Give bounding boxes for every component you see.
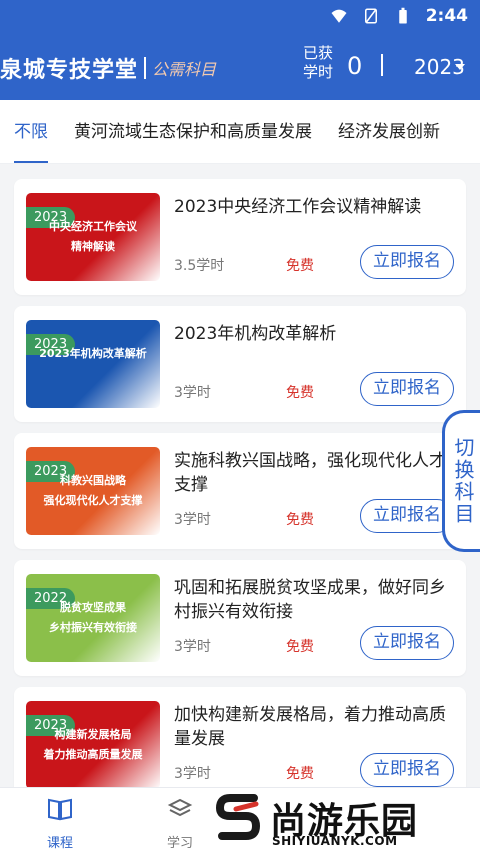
hours-value: 0 (347, 52, 363, 80)
course-thumbnail[interactable]: 2023 中央经济工作会议 精神解读 (26, 193, 160, 281)
thumbnail-caption: 科教兴国战略 强化现代化人才支撑 (43, 474, 143, 507)
thumbnail-caption: 脱贫攻坚成果 乡村振兴有效衔接 (49, 601, 137, 634)
brand-subtitle: 公需科目 (152, 60, 217, 79)
course-thumbnail[interactable]: 2023 2023年机构改革解析 (26, 320, 160, 408)
hours-label: 已获 学时 (303, 44, 333, 82)
switch-subject-label: 切换科目 (451, 437, 475, 525)
brand: 泉城专技学堂 公需科目 (0, 52, 216, 84)
enroll-button[interactable]: 立即报名 (360, 499, 454, 533)
battery-icon (398, 7, 407, 24)
course-card[interactable]: 2023 科教兴国战略 强化现代化人才支撑 实施科教兴国战略，强化现代化人才支撑… (14, 433, 466, 549)
course-hours: 3学时 (174, 385, 211, 401)
course-thumbnail[interactable]: 2023 构建新发展格局 着力推动高质量发展 (26, 701, 160, 789)
hours-label-line1: 已获 (303, 44, 334, 62)
chevron-down-icon[interactable] (455, 64, 465, 70)
enroll-button[interactable]: 立即报名 (360, 372, 454, 406)
course-price: 免费 (286, 512, 314, 528)
course-price: 免费 (286, 385, 314, 401)
tab-economic-innovation[interactable]: 经济发展创新 (338, 100, 440, 163)
nav-study[interactable]: 学习 (150, 796, 210, 851)
watermark-url: SHIYIUANYK.COM (272, 834, 398, 848)
tab-yellow-river[interactable]: 黄河流域生态保护和高质量发展 (74, 100, 312, 163)
hours-label-line2: 学时 (303, 63, 334, 81)
thumbnail-caption: 构建新发展格局 着力推动高质量发展 (43, 728, 143, 761)
course-title[interactable]: 2023中央经济工作会议精神解读 (174, 195, 454, 219)
course-card[interactable]: 2023 中央经济工作会议 精神解读 2023中央经济工作会议精神解读 3.5学… (14, 179, 466, 295)
category-tabs: 不限 黄河流域生态保护和高质量发展 经济发展创新 (0, 100, 480, 164)
course-list: 2023 中央经济工作会议 精神解读 2023中央经济工作会议精神解读 3.5学… (14, 179, 466, 814)
course-price: 免费 (286, 766, 314, 782)
switch-subject-button[interactable]: 切换科目 (442, 410, 480, 552)
nav-study-label: 学习 (166, 836, 193, 851)
course-title[interactable]: 加快构建新发展格局，着力推动高质量发展 (174, 703, 454, 751)
tab-all[interactable]: 不限 (14, 100, 48, 163)
course-thumbnail[interactable]: 2023 科教兴国战略 强化现代化人才支撑 (26, 447, 160, 535)
course-hours: 3学时 (174, 766, 211, 782)
course-price: 免费 (286, 258, 314, 274)
course-title[interactable]: 巩固和拓展脱贫攻坚成果，做好同乡村振兴有效衔接 (174, 576, 454, 624)
course-hours: 3学时 (174, 639, 211, 655)
book-icon (48, 798, 72, 821)
course-title[interactable]: 实施科教兴国战略，强化现代化人才支撑 (174, 449, 454, 497)
sim-icon (364, 8, 377, 24)
watermark-logo-icon (216, 794, 261, 840)
course-card[interactable]: 2023 2023年机构改革解析 2023年机构改革解析 3学时 免费 立即报名 (14, 306, 466, 422)
course-title[interactable]: 2023年机构改革解析 (174, 322, 454, 346)
wifi-icon (331, 9, 347, 23)
enroll-button[interactable]: 立即报名 (360, 245, 454, 279)
course-price: 免费 (286, 639, 314, 655)
brand-divider (144, 57, 147, 79)
thumbnail-caption: 2023年机构改革解析 (39, 347, 147, 360)
nav-courses-label: 课程 (46, 836, 73, 851)
course-hours: 3.5学时 (174, 258, 225, 274)
enroll-button[interactable]: 立即报名 (360, 626, 454, 660)
enroll-button[interactable]: 立即报名 (360, 753, 454, 787)
nav-courses[interactable]: 课程 (30, 796, 90, 851)
stack-icon (167, 798, 193, 817)
brand-name: 泉城专技学堂 (0, 57, 139, 83)
status-bar: 2:44 (330, 6, 468, 26)
watermark: 尚游乐园 SHIYIUANYK.COM (208, 786, 480, 853)
course-thumbnail[interactable]: 2022 脱贫攻坚成果 乡村振兴有效衔接 (26, 574, 160, 662)
status-time: 2:44 (425, 6, 468, 26)
course-hours: 3学时 (174, 512, 211, 528)
header-divider (381, 54, 383, 76)
app-header: 2:44 泉城专技学堂 公需科目 已获 学时 0 2023 (0, 0, 480, 100)
course-card[interactable]: 2022 脱贫攻坚成果 乡村振兴有效衔接 巩固和拓展脱贫攻坚成果，做好同乡村振兴… (14, 560, 466, 676)
thumbnail-caption: 中央经济工作会议 精神解读 (49, 220, 137, 253)
